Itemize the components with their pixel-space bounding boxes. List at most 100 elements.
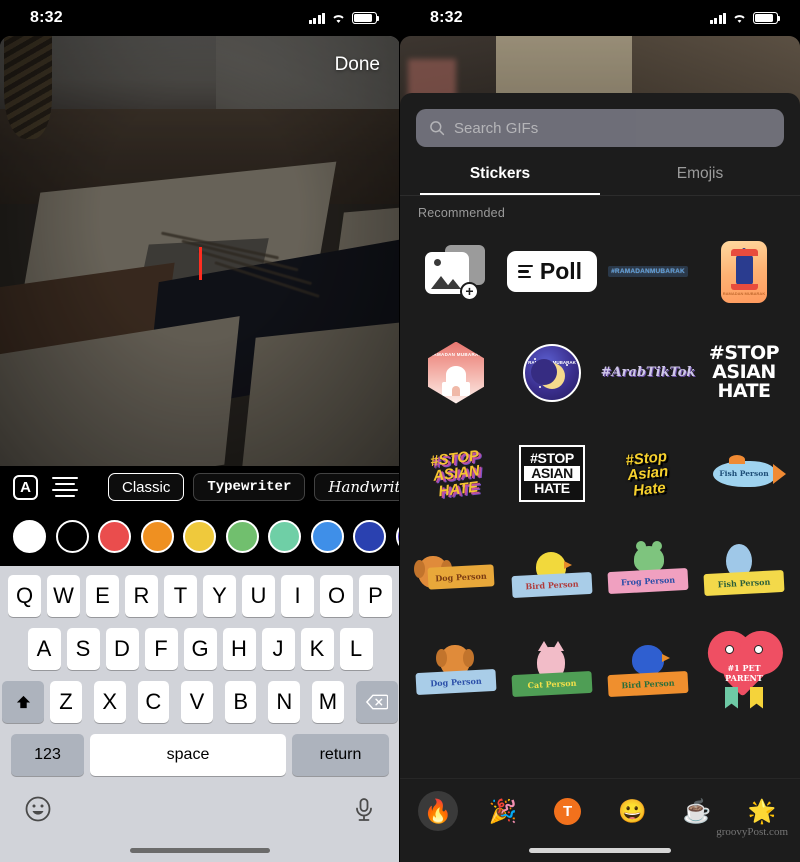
color-swatch-3[interactable] bbox=[140, 519, 174, 553]
stop-asian-hate-script-sticker[interactable]: #Stop Asian Hate bbox=[600, 426, 696, 521]
key-m[interactable]: M bbox=[312, 681, 344, 723]
font-chip-typewriter[interactable]: Typewriter bbox=[193, 473, 306, 501]
celebration-category[interactable]: 🎉 bbox=[483, 791, 523, 831]
key-z[interactable]: Z bbox=[50, 681, 82, 723]
key-u[interactable]: U bbox=[242, 575, 275, 617]
key-t[interactable]: T bbox=[164, 575, 197, 617]
key-n[interactable]: N bbox=[268, 681, 301, 723]
bird-person-yellow-sticker[interactable]: Bird Person bbox=[504, 527, 600, 622]
status-bar-time-right: 8:32 bbox=[430, 9, 463, 26]
key-p[interactable]: P bbox=[359, 575, 392, 617]
poll-sticker[interactable]: Poll bbox=[504, 224, 600, 319]
key-w[interactable]: W bbox=[47, 575, 80, 617]
key-b[interactable]: B bbox=[224, 681, 257, 723]
key-h[interactable]: H bbox=[222, 628, 256, 670]
fish-person-banner-sticker[interactable]: Fish Person bbox=[696, 527, 792, 622]
food-drink-category[interactable]: ☕ bbox=[677, 791, 717, 831]
color-swatch-2[interactable] bbox=[98, 519, 131, 553]
arab-tiktok-sticker[interactable]: #ArabTikTok bbox=[600, 325, 696, 420]
microphone-key[interactable] bbox=[350, 795, 378, 823]
key-f[interactable]: F bbox=[144, 628, 178, 670]
status-bar-icons-right bbox=[709, 12, 781, 24]
key-x[interactable]: X bbox=[93, 681, 126, 723]
key-y[interactable]: Y bbox=[203, 575, 236, 617]
cellular-signal-icon bbox=[709, 12, 726, 24]
color-swatch-row bbox=[0, 514, 399, 558]
color-swatch-5[interactable] bbox=[225, 519, 259, 553]
color-swatch-6[interactable] bbox=[268, 519, 301, 553]
key-q[interactable]: Q bbox=[8, 575, 41, 617]
stop-asian-hate-box-sticker[interactable]: #STOP ASIAN HATE bbox=[504, 426, 600, 521]
bird-person-blue-sticker[interactable]: Bird Person bbox=[600, 628, 696, 723]
backspace-key[interactable] bbox=[355, 681, 398, 723]
trending-category[interactable]: 🔥 bbox=[418, 791, 458, 831]
ramadan-mosque-hex-sticker[interactable]: RAMADAN MUBARAK bbox=[408, 325, 504, 420]
tab-stickers[interactable]: Stickers bbox=[400, 159, 600, 195]
font-chip-classic[interactable]: Classic bbox=[108, 473, 185, 501]
key-c[interactable]: C bbox=[137, 681, 170, 723]
stop-asian-hate-white-sticker[interactable]: #STOP ASIAN HATE bbox=[696, 325, 792, 420]
text-cursor bbox=[199, 247, 202, 280]
key-r[interactable]: R bbox=[125, 575, 158, 617]
lantern-sticker[interactable]: RAMADAN MUBARAK bbox=[696, 224, 792, 319]
key-o[interactable]: O bbox=[320, 575, 353, 617]
key-k[interactable]: K bbox=[300, 628, 334, 670]
key-v[interactable]: V bbox=[181, 681, 213, 723]
search-gifs-field[interactable]: Search GIFs bbox=[416, 109, 784, 147]
cat-person-sticker[interactable]: Cat Person bbox=[504, 628, 600, 723]
done-button[interactable]: Done bbox=[335, 54, 380, 76]
battery-icon bbox=[753, 12, 781, 24]
screenshot-root: 8:32 Done A Classic Typewriter Handwrit … bbox=[0, 0, 800, 862]
dog-person-banner-sticker[interactable]: Dog Person bbox=[408, 628, 504, 723]
text-tool-tray: A Classic Typewriter Handwriting bbox=[0, 462, 399, 566]
tab-emojis[interactable]: Emojis bbox=[600, 159, 800, 195]
frog-person-sticker[interactable]: Frog Person bbox=[600, 527, 696, 622]
backspace-icon bbox=[365, 694, 388, 710]
text-category[interactable]: T bbox=[548, 791, 588, 831]
emoji-key[interactable] bbox=[24, 795, 52, 823]
color-swatch-1[interactable] bbox=[55, 519, 89, 553]
stop-asian-hate-yellow-sticker[interactable]: #STOP ASIAN HATE bbox=[408, 426, 504, 521]
text-align-icon bbox=[52, 476, 78, 498]
ramadan-mubarak-text-sticker[interactable]: #RAMADANMUBARAK bbox=[600, 224, 696, 319]
cellular-signal-icon bbox=[308, 12, 325, 24]
shift-key[interactable] bbox=[2, 681, 45, 723]
wifi-icon bbox=[331, 13, 346, 24]
key-g[interactable]: G bbox=[183, 628, 217, 670]
color-swatch-7[interactable] bbox=[310, 519, 344, 553]
numbers-key[interactable]: 123 bbox=[11, 734, 84, 776]
shift-arrow-icon bbox=[16, 695, 30, 708]
pet-parent-sticker[interactable]: #1 PET PARENT bbox=[696, 628, 792, 723]
keyboard-row-4: 123 space return bbox=[0, 734, 399, 776]
wifi-icon bbox=[732, 13, 747, 24]
letter-a-icon: A bbox=[13, 474, 38, 500]
text-align-button[interactable] bbox=[52, 476, 78, 498]
keyboard-bottom-row bbox=[0, 787, 399, 823]
search-icon bbox=[430, 121, 445, 136]
key-e[interactable]: E bbox=[86, 575, 119, 617]
text-style-button[interactable]: A bbox=[13, 474, 38, 500]
font-chip-handwriting[interactable]: Handwriting bbox=[314, 473, 399, 501]
key-i[interactable]: I bbox=[281, 575, 314, 617]
key-s[interactable]: S bbox=[66, 628, 100, 670]
fish-person-blue-sticker[interactable]: Fish Person bbox=[696, 426, 792, 521]
key-a[interactable]: A bbox=[27, 628, 61, 670]
weather-category[interactable]: 🌟 bbox=[742, 791, 782, 831]
status-bar-time: 8:32 bbox=[30, 9, 63, 26]
return-key[interactable]: return bbox=[292, 734, 389, 776]
ramadan-moon-sticker[interactable]: RAMADAN MUBARAK bbox=[504, 325, 600, 420]
color-swatch-0[interactable] bbox=[13, 519, 46, 553]
photo-canvas[interactable]: Done bbox=[0, 36, 399, 466]
key-d[interactable]: D bbox=[105, 628, 139, 670]
color-swatch-4[interactable] bbox=[183, 519, 216, 553]
active-tab-underline bbox=[420, 192, 600, 195]
smileys-category[interactable]: 😀 bbox=[612, 791, 652, 831]
dog-person-sticker[interactable]: Dog Person bbox=[408, 527, 504, 622]
key-l[interactable]: L bbox=[339, 628, 373, 670]
space-key[interactable]: space bbox=[90, 734, 286, 776]
left-phone-screen: 8:32 Done A Classic Typewriter Handwrit … bbox=[0, 0, 400, 862]
key-j[interactable]: J bbox=[261, 628, 295, 670]
add-photo-sticker[interactable]: + bbox=[408, 224, 504, 319]
recommended-section-title: Recommended bbox=[418, 206, 505, 220]
color-swatch-8[interactable] bbox=[353, 519, 386, 553]
